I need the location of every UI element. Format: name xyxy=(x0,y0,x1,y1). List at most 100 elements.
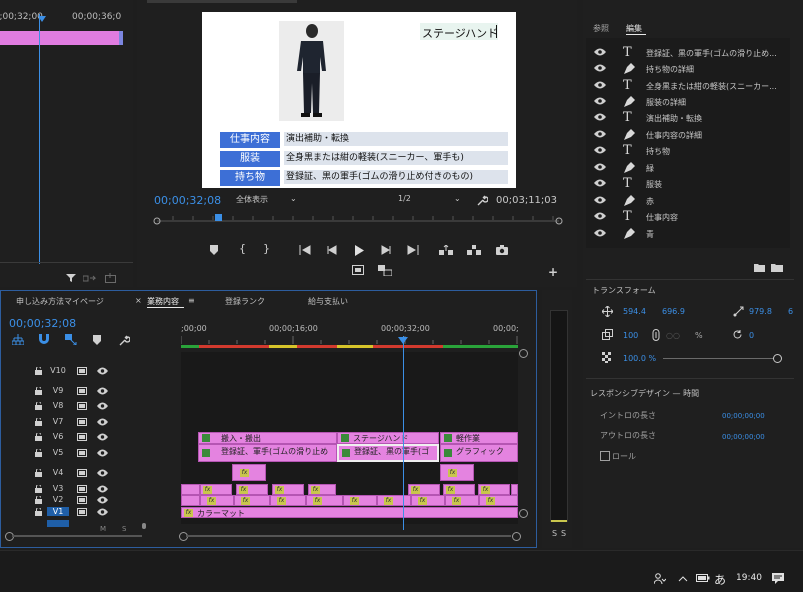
comparison-view-icon[interactable] xyxy=(378,265,392,276)
lock-icon[interactable] xyxy=(35,496,42,504)
eye-icon[interactable] xyxy=(594,146,606,156)
new-layer-icon[interactable] xyxy=(754,263,765,272)
track-header-v5[interactable]: V5 xyxy=(0,447,180,459)
timeline-horizontal-scrollbar[interactable] xyxy=(186,535,511,537)
eye-icon[interactable] xyxy=(594,81,606,91)
eye-icon[interactable] xyxy=(97,402,108,410)
lock-icon[interactable] xyxy=(35,402,42,410)
mark-in-icon[interactable]: { xyxy=(239,243,246,254)
timeline-clip[interactable]: fx xyxy=(440,464,474,481)
timeline-clip[interactable]: fx xyxy=(443,484,475,495)
nest-icon[interactable] xyxy=(12,334,24,345)
eye-icon[interactable] xyxy=(594,179,606,189)
graphic-title-box[interactable]: ステージハンド xyxy=(420,23,498,40)
source-ruler[interactable]: 00;00;32;00 00;00;36;0 xyxy=(0,12,133,24)
play-icon[interactable] xyxy=(354,245,364,256)
timeline-clip[interactable]: 軽作業 xyxy=(440,432,518,444)
eye-icon[interactable] xyxy=(594,97,606,107)
sync-lock-icon[interactable] xyxy=(77,485,87,493)
track-header-v6[interactable]: V6 xyxy=(0,431,180,443)
timeline-playhead[interactable] xyxy=(403,336,404,530)
layer-row[interactable]: 持ち物の詳細 xyxy=(590,61,790,77)
anchor-y-value[interactable]: 6 xyxy=(788,307,793,316)
timeline-clip[interactable]: fx xyxy=(270,495,306,506)
track-header-v10[interactable]: V10 xyxy=(0,365,180,377)
sync-lock-icon[interactable] xyxy=(77,469,87,477)
step-back-icon[interactable] xyxy=(327,245,337,255)
tab-sequence-rank[interactable]: 登録ランク xyxy=(225,296,265,307)
timeline-clip[interactable] xyxy=(181,484,200,495)
timeline-clip[interactable] xyxy=(181,495,200,506)
sync-lock-icon[interactable] xyxy=(77,508,87,516)
source-clip-bar[interactable] xyxy=(0,31,123,45)
layer-row[interactable]: T 登録証、黒の軍手(ゴムの滑り止め... xyxy=(590,45,790,61)
audio-track-target[interactable] xyxy=(47,520,69,527)
position-y-value[interactable]: 696.9 xyxy=(662,307,685,316)
step-forward-icon[interactable] xyxy=(381,245,391,255)
timeline-clip[interactable] xyxy=(511,484,518,495)
lift-icon[interactable] xyxy=(439,245,453,255)
zoom-select[interactable]: 全体表示 ⌄ xyxy=(236,194,302,206)
source-playhead-handle[interactable] xyxy=(38,16,46,22)
eye-icon[interactable] xyxy=(97,433,108,441)
track-header-v2[interactable]: V2 xyxy=(0,494,180,506)
lock-icon[interactable] xyxy=(35,418,42,426)
position-x-value[interactable]: 594.4 xyxy=(623,307,646,316)
tab-sequence-payment[interactable]: 給与支払い xyxy=(308,296,348,307)
opacity-value[interactable]: 100.0 % xyxy=(623,354,656,363)
mark-out-icon[interactable]: } xyxy=(263,243,270,254)
layer-row[interactable]: T 仕事内容 xyxy=(590,209,790,225)
outro-duration-value[interactable]: 00;00;00;00 xyxy=(722,433,765,441)
timeline-clip[interactable]: 登録証、軍手(ゴムの滑り止め xyxy=(198,444,337,462)
timeline-clip[interactable]: fx xyxy=(200,484,232,495)
eye-icon[interactable] xyxy=(97,449,108,457)
eye-icon[interactable] xyxy=(97,508,108,516)
lock-icon[interactable] xyxy=(35,508,42,516)
timeline-clip[interactable]: fx xyxy=(272,484,304,495)
track-header-v4[interactable]: V4 xyxy=(0,467,180,479)
track-header-v9[interactable]: V9 xyxy=(0,385,180,397)
camera-icon[interactable] xyxy=(496,245,508,255)
wrench-icon[interactable] xyxy=(477,195,488,206)
timeline-scroll-right-handle[interactable] xyxy=(512,532,521,541)
sync-lock-icon[interactable] xyxy=(77,387,87,395)
program-current-timecode[interactable]: 00;00;32;08 xyxy=(154,194,221,207)
clock-time[interactable]: 19:40 xyxy=(736,573,762,583)
lock-icon[interactable] xyxy=(35,485,42,493)
sync-lock-icon[interactable] xyxy=(77,496,87,504)
lock-icon[interactable] xyxy=(35,469,42,477)
timeline-clip[interactable]: fx xyxy=(343,495,377,506)
eye-icon[interactable] xyxy=(97,367,108,375)
eye-icon[interactable] xyxy=(594,212,606,222)
notification-icon[interactable] xyxy=(772,573,784,584)
layer-row[interactable]: 服装の詳細 xyxy=(590,94,790,110)
anchor-x-value[interactable]: 979.8 xyxy=(749,307,772,316)
add-marker-icon[interactable] xyxy=(210,245,218,255)
snap-icon[interactable] xyxy=(38,334,50,345)
audio-solo-icon[interactable]: S xyxy=(122,525,126,533)
tab-menu-icon[interactable]: ≡ xyxy=(188,296,195,305)
tab-browse[interactable]: 参照 xyxy=(593,23,609,34)
timeline-clip[interactable]: fx xyxy=(200,495,234,506)
track-header-v7[interactable]: V7 xyxy=(0,416,180,428)
timeline-clip[interactable]: fx xyxy=(232,464,266,481)
timeline-clip[interactable]: fx xyxy=(445,495,479,506)
source-playhead[interactable] xyxy=(39,14,40,264)
timeline-clip[interactable]: fx xyxy=(306,495,343,506)
add-button-icon[interactable]: + xyxy=(548,266,558,278)
scale-value[interactable]: 100 xyxy=(623,331,638,340)
people-icon[interactable] xyxy=(654,573,666,585)
new-folder-icon[interactable] xyxy=(771,263,783,272)
timeline-clip[interactable]: ステージハンド xyxy=(337,432,439,444)
tab-sequence-duties[interactable]: 業務内容 xyxy=(147,296,179,307)
ime-indicator[interactable]: あ xyxy=(714,571,726,588)
eye-icon[interactable] xyxy=(594,196,606,206)
layer-row[interactable]: T 服装 xyxy=(590,176,790,192)
solo-right-label[interactable]: S xyxy=(561,529,566,538)
eye-icon[interactable] xyxy=(594,48,606,58)
filter-icon[interactable] xyxy=(66,273,76,283)
solo-left-label[interactable]: S xyxy=(552,529,557,538)
eye-icon[interactable] xyxy=(97,485,108,493)
battery-icon[interactable] xyxy=(696,574,710,582)
layer-row[interactable]: T 全身黒または紺の軽装(スニーカー... xyxy=(590,78,790,94)
